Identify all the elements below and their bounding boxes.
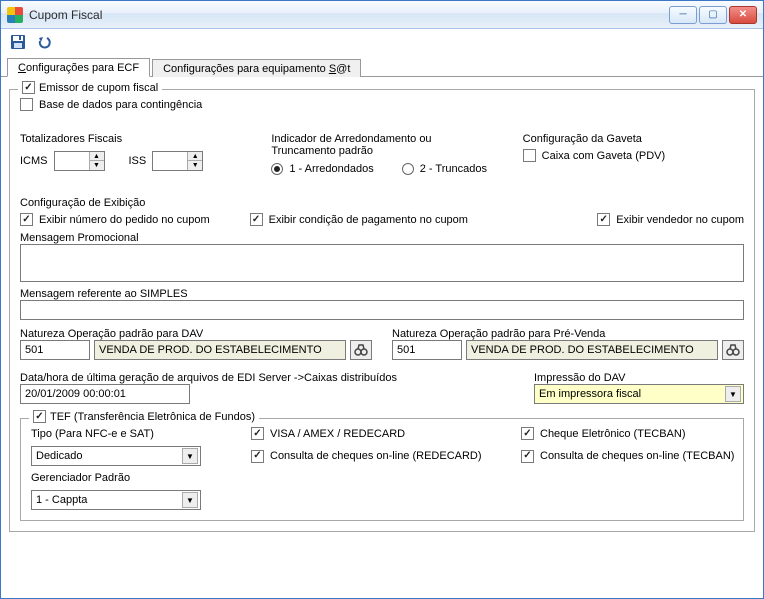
minimize-button[interactable]: ─ xyxy=(669,6,697,24)
nat-pre-desc-input[interactable] xyxy=(466,340,718,360)
gaveta-checkbox[interactable] xyxy=(523,149,536,162)
exibicao-header: Configuração de Exibição xyxy=(20,197,744,209)
iss-label: ISS xyxy=(129,155,147,167)
chevron-down-icon: ▼ xyxy=(182,448,198,464)
maximize-button[interactable]: ▢ xyxy=(699,6,727,24)
iss-spinner[interactable]: ▲▼ xyxy=(152,151,203,171)
impr-dav-value: Em impressora fiscal xyxy=(539,388,641,400)
base-contingencia-label: Base de dados para contingência xyxy=(39,99,202,111)
radio-truncados[interactable] xyxy=(402,163,414,175)
gerenc-value: 1 - Cappta xyxy=(36,494,87,506)
totalizadores-header: Totalizadores Fiscais xyxy=(20,133,241,145)
chevron-down-icon: ▼ xyxy=(725,386,741,402)
consulta-tecban-label: Consulta de cheques on-line (TECBAN) xyxy=(540,450,734,462)
iss-input[interactable] xyxy=(153,152,187,170)
nat-pre-code-input[interactable] xyxy=(392,340,462,360)
impr-dav-label: Impressão do DAV xyxy=(534,372,744,384)
spin-up-icon[interactable]: ▲ xyxy=(90,152,104,161)
tipo-label: Tipo (Para NFC-e e SAT) xyxy=(31,428,231,440)
indicador-header: Indicador de Arredondamento ou Truncamen… xyxy=(271,133,492,157)
group-emissor: Emissor de cupom fiscal Base de dados pa… xyxy=(9,89,755,532)
emissor-legend: Emissor de cupom fiscal xyxy=(39,82,158,94)
icms-spinner[interactable]: ▲▼ xyxy=(54,151,105,171)
nat-dav-label: Natureza Operação padrão para DAV xyxy=(20,328,372,340)
tipo-value: Dedicado xyxy=(36,450,82,462)
save-icon[interactable] xyxy=(9,33,27,51)
nat-dav-lookup-button[interactable] xyxy=(350,340,372,360)
app-icon xyxy=(7,7,23,23)
msg-promo-label: Mensagem Promocional xyxy=(20,232,744,244)
chevron-down-icon: ▼ xyxy=(182,492,198,508)
spin-down-icon[interactable]: ▼ xyxy=(188,161,202,170)
msg-simples-input[interactable] xyxy=(20,300,744,320)
tab-sat[interactable]: Configurações para equipamento S@t xyxy=(152,59,361,77)
icms-input[interactable] xyxy=(55,152,89,170)
exibir-condicao-label: Exibir condição de pagamento no cupom xyxy=(269,214,468,226)
icms-label: ICMS xyxy=(20,155,48,167)
spin-up-icon[interactable]: ▲ xyxy=(188,152,202,161)
exibir-vendedor-checkbox[interactable] xyxy=(597,213,610,226)
exibir-vendedor-label: Exibir vendedor no cupom xyxy=(616,214,744,226)
tipo-select[interactable]: Dedicado ▼ xyxy=(31,446,201,466)
tef-checkbox[interactable] xyxy=(33,410,46,423)
consulta-rede-checkbox[interactable] xyxy=(251,450,264,463)
tab-ecf[interactable]: Configurações para ECF xyxy=(7,58,150,77)
cheque-tecban-label: Cheque Eletrônico (TECBAN) xyxy=(540,428,686,440)
cheque-tecban-checkbox[interactable] xyxy=(521,427,534,440)
radio-arredondados[interactable] xyxy=(271,163,283,175)
radio-arredondados-label: 1 - Arredondados xyxy=(289,163,373,175)
spin-down-icon[interactable]: ▼ xyxy=(90,161,104,170)
nat-dav-code-input[interactable] xyxy=(20,340,90,360)
gaveta-label: Caixa com Gaveta (PDV) xyxy=(542,150,665,162)
gerenc-select[interactable]: 1 - Cappta ▼ xyxy=(31,490,201,510)
visa-checkbox[interactable] xyxy=(251,427,264,440)
binoculars-icon xyxy=(354,343,368,357)
impr-dav-select[interactable]: Em impressora fiscal ▼ xyxy=(534,384,744,404)
base-contingencia-checkbox[interactable] xyxy=(20,98,33,111)
consulta-tecban-checkbox[interactable] xyxy=(521,450,534,463)
gaveta-header: Configuração da Gaveta xyxy=(523,133,744,145)
gerenc-label: Gerenciador Padrão xyxy=(31,472,231,484)
exibir-condicao-checkbox[interactable] xyxy=(250,213,263,226)
msg-promo-input[interactable] xyxy=(20,244,744,282)
edi-label: Data/hora de última geração de arquivos … xyxy=(20,372,514,384)
tef-legend: TEF (Transferência Eletrônica de Fundos) xyxy=(50,411,255,423)
nat-pre-lookup-button[interactable] xyxy=(722,340,744,360)
msg-simples-label: Mensagem referente ao SIMPLES xyxy=(20,288,744,300)
emissor-checkbox[interactable] xyxy=(22,81,35,94)
edi-input[interactable] xyxy=(20,384,190,404)
close-button[interactable]: ✕ xyxy=(729,6,757,24)
undo-icon[interactable] xyxy=(35,33,53,51)
group-tef: TEF (Transferência Eletrônica de Fundos)… xyxy=(20,418,744,521)
exibir-pedido-checkbox[interactable] xyxy=(20,213,33,226)
nat-dav-desc-input[interactable] xyxy=(94,340,346,360)
binoculars-icon xyxy=(726,343,740,357)
consulta-rede-label: Consulta de cheques on-line (REDECARD) xyxy=(270,450,482,462)
nat-pre-label: Natureza Operação padrão para Pré-Venda xyxy=(392,328,744,340)
exibir-pedido-label: Exibir número do pedido no cupom xyxy=(39,214,210,226)
visa-label: VISA / AMEX / REDECARD xyxy=(270,428,405,440)
radio-truncados-label: 2 - Truncados xyxy=(420,163,487,175)
window-title: Cupom Fiscal xyxy=(29,8,102,22)
